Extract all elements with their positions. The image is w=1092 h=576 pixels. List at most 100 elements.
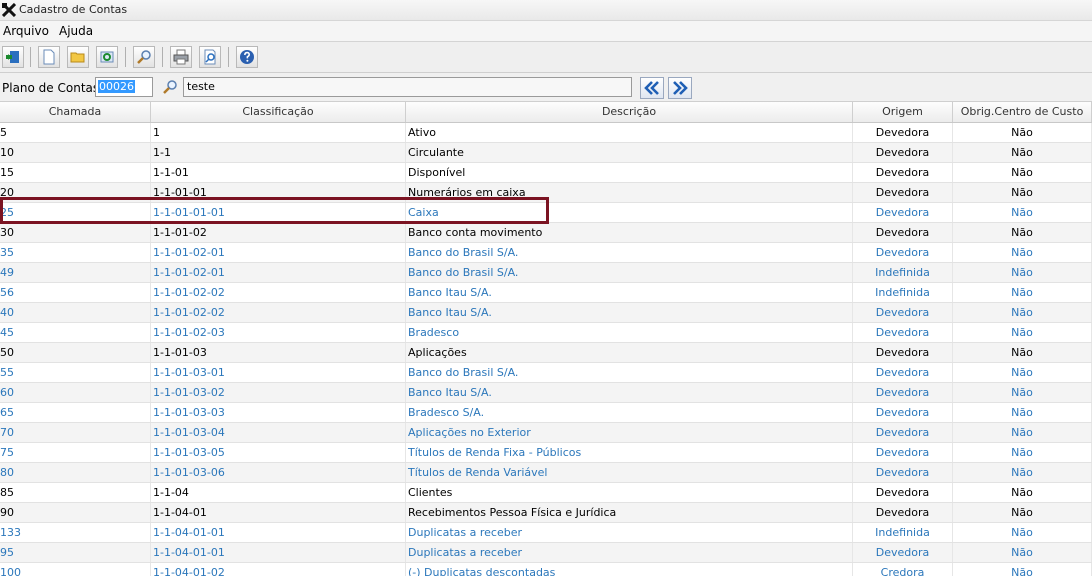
- table-row[interactable]: 70 1-1-01-03-04 Aplicações no Exterior Deve…: [0, 423, 1092, 443]
- table-row[interactable]: 90 1-1-04-01 Recebimentos Pessoa Física e …: [0, 503, 1092, 523]
- cell-origem: Devedora: [853, 163, 953, 182]
- table-row[interactable]: 40 1-1-01-02-02 Banco Itau S/A. Devedora Não: [0, 303, 1092, 323]
- table-row[interactable]: 49 1-1-01-02-01 Banco do Brasil S/A. Indefi…: [0, 263, 1092, 283]
- cell-obrig: Não: [953, 383, 1092, 402]
- header-origem[interactable]: Origem: [853, 102, 953, 122]
- table-row[interactable]: 100 1-1-04-01-02 (-) Duplicatas descontada…: [0, 563, 1092, 576]
- menu-ajuda[interactable]: Ajuda: [59, 24, 93, 38]
- table-row[interactable]: 35 1-1-01-02-01 Banco do Brasil S/A. Devedo…: [0, 243, 1092, 263]
- cell-classificacao: 1-1-04: [151, 483, 406, 502]
- cell-descricao: Títulos de Renda Variável: [406, 463, 853, 482]
- cell-obrig: Não: [953, 483, 1092, 502]
- table-row[interactable]: 30 1-1-01-02 Banco conta movimento Devedora…: [0, 223, 1092, 243]
- cell-descricao: Aplicações no Exterior: [406, 423, 853, 442]
- cell-obrig: Não: [953, 463, 1092, 482]
- cell-descricao: Bradesco S/A.: [406, 403, 853, 422]
- cell-descricao: Recebimentos Pessoa Física e Jurídica: [406, 503, 853, 522]
- next-button[interactable]: [668, 77, 692, 99]
- open-button[interactable]: [67, 46, 89, 68]
- cell-classificacao: 1: [151, 123, 406, 142]
- table-row[interactable]: 25 1-1-01-01-01 Caixa Devedora Não: [0, 203, 1092, 223]
- table-row[interactable]: 15 1-1-01 Disponível Devedora Não: [0, 163, 1092, 183]
- cell-classificacao: 1-1-04-01: [151, 503, 406, 522]
- table-row[interactable]: 95 1-1-04-01-01 Duplicatas a receber Devedo…: [0, 543, 1092, 563]
- new-document-icon: [43, 49, 55, 65]
- cell-origem: Devedora: [853, 183, 953, 202]
- header-descricao[interactable]: Descrição: [406, 102, 853, 122]
- search-icon[interactable]: [162, 79, 178, 95]
- previous-button[interactable]: [640, 77, 664, 99]
- header-chamada[interactable]: Chamada: [0, 102, 151, 122]
- cell-descricao: Banco Itau S/A.: [406, 383, 853, 402]
- filter-bar: Plano de Contas 00026 teste: [0, 73, 1092, 102]
- cell-origem: Devedora: [853, 423, 953, 442]
- cell-obrig: Não: [953, 263, 1092, 282]
- cell-descricao: Circulante: [406, 143, 853, 162]
- table-row[interactable]: 75 1-1-01-03-05 Títulos de Renda Fixa - Pú…: [0, 443, 1092, 463]
- table-row[interactable]: 56 1-1-01-02-02 Banco Itau S/A. Indefinida N…: [0, 283, 1092, 303]
- table-row[interactable]: 133 1-1-04-01-01 Duplicatas a receber Indef…: [0, 523, 1092, 543]
- cell-chamada: 56: [0, 283, 151, 302]
- cell-chamada: 75: [0, 443, 151, 462]
- cell-classificacao: 1-1-01-03: [151, 343, 406, 362]
- plano-description-field[interactable]: teste: [183, 77, 632, 97]
- refresh-button[interactable]: [96, 46, 118, 68]
- toolbar-separator: [162, 47, 163, 67]
- table-row[interactable]: 60 1-1-01-03-02 Banco Itau S/A. Devedora Não: [0, 383, 1092, 403]
- cell-descricao: Títulos de Renda Fixa - Públicos: [406, 443, 853, 462]
- cell-classificacao: 1-1-01: [151, 163, 406, 182]
- cell-descricao: Banco Itau S/A.: [406, 283, 853, 302]
- cell-origem: Devedora: [853, 323, 953, 342]
- cell-classificacao: 1-1-01-02-02: [151, 303, 406, 322]
- plano-description-value: teste: [187, 80, 215, 93]
- printer-icon: [173, 49, 189, 65]
- cell-obrig: Não: [953, 423, 1092, 442]
- magnifier-icon: [137, 50, 151, 64]
- cell-origem: Devedora: [853, 463, 953, 482]
- print-button[interactable]: [170, 46, 192, 68]
- cell-origem: Devedora: [853, 403, 953, 422]
- plano-code-input[interactable]: 00026: [95, 77, 153, 97]
- cell-chamada: 85: [0, 483, 151, 502]
- cell-chamada: 70: [0, 423, 151, 442]
- open-folder-icon: [70, 52, 85, 63]
- table-row[interactable]: 20 1-1-01-01 Numerários em caixa Devedora Nã…: [0, 183, 1092, 203]
- table-row[interactable]: 50 1-1-01-03 Aplicações Devedora Não: [0, 343, 1092, 363]
- new-button[interactable]: [38, 46, 60, 68]
- cell-chamada: 100: [0, 563, 151, 576]
- cell-descricao: Caixa: [406, 203, 853, 222]
- menu-arquivo[interactable]: Arquivo: [3, 24, 49, 38]
- print-preview-button[interactable]: [199, 46, 221, 68]
- table-row[interactable]: 10 1-1 Circulante Devedora Não: [0, 143, 1092, 163]
- cell-classificacao: 1-1: [151, 143, 406, 162]
- cell-obrig: Não: [953, 223, 1092, 242]
- cell-origem: Devedora: [853, 203, 953, 222]
- cell-descricao: Duplicatas a receber: [406, 543, 853, 562]
- help-button[interactable]: [236, 46, 258, 68]
- plano-de-contas-label: Plano de Contas: [2, 81, 100, 95]
- exit-door-icon: [6, 51, 19, 63]
- cell-classificacao: 1-1-04-01-02: [151, 563, 406, 576]
- table-row[interactable]: 5 1 Ativo Devedora Não: [0, 123, 1092, 143]
- window-title: Cadastro de Contas: [19, 3, 128, 16]
- title-bar: Cadastro de Contas: [0, 0, 1092, 21]
- cell-descricao: Banco Itau S/A.: [406, 303, 853, 322]
- cell-origem: Devedora: [853, 543, 953, 562]
- cell-chamada: 25: [0, 203, 151, 222]
- search-button[interactable]: [133, 46, 155, 68]
- exit-button[interactable]: [2, 46, 24, 68]
- table-row[interactable]: 65 1-1-01-03-03 Bradesco S/A. Devedora Não: [0, 403, 1092, 423]
- table-row[interactable]: 80 1-1-01-03-06 Títulos de Renda Variável D…: [0, 463, 1092, 483]
- header-obrig-centro-custo[interactable]: Obrig.Centro de Custo: [953, 102, 1092, 122]
- table-row[interactable]: 45 1-1-01-02-03 Bradesco Devedora Não: [0, 323, 1092, 343]
- cell-chamada: 10: [0, 143, 151, 162]
- table-row[interactable]: 85 1-1-04 Clientes Devedora Não: [0, 483, 1092, 503]
- cell-descricao: Bradesco: [406, 323, 853, 342]
- cell-obrig: Não: [953, 283, 1092, 302]
- header-classificacao[interactable]: Classificação: [151, 102, 406, 122]
- cell-obrig: Não: [953, 403, 1092, 422]
- accounts-grid[interactable]: Chamada Classificação Descrição Origem O…: [0, 102, 1092, 576]
- table-row[interactable]: 55 1-1-01-03-01 Banco do Brasil S/A. Devedo…: [0, 363, 1092, 383]
- cell-chamada: 5: [0, 123, 151, 142]
- cell-origem: Devedora: [853, 223, 953, 242]
